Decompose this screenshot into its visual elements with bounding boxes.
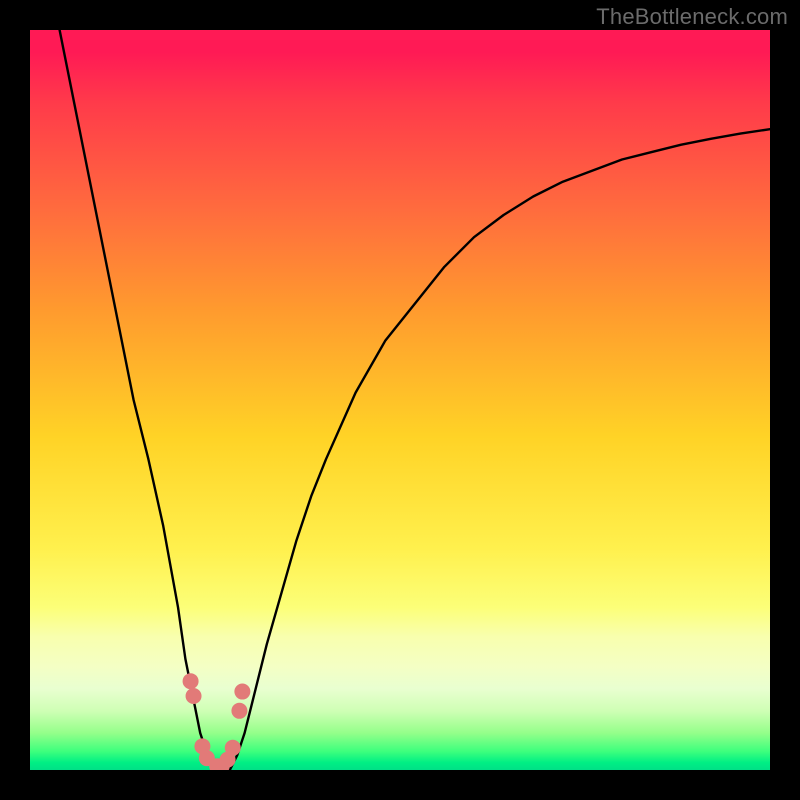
plot-area: [30, 30, 770, 770]
watermark-text: TheBottleneck.com: [596, 4, 788, 30]
valley-marker: [234, 684, 250, 700]
valley-marker: [183, 673, 199, 689]
valley-marker-group: [183, 673, 251, 770]
chart-frame: TheBottleneck.com: [0, 0, 800, 800]
bottleneck-curve: [60, 30, 770, 770]
chart-svg: [30, 30, 770, 770]
valley-marker: [231, 703, 247, 719]
valley-marker: [225, 740, 241, 756]
valley-marker: [186, 688, 202, 704]
